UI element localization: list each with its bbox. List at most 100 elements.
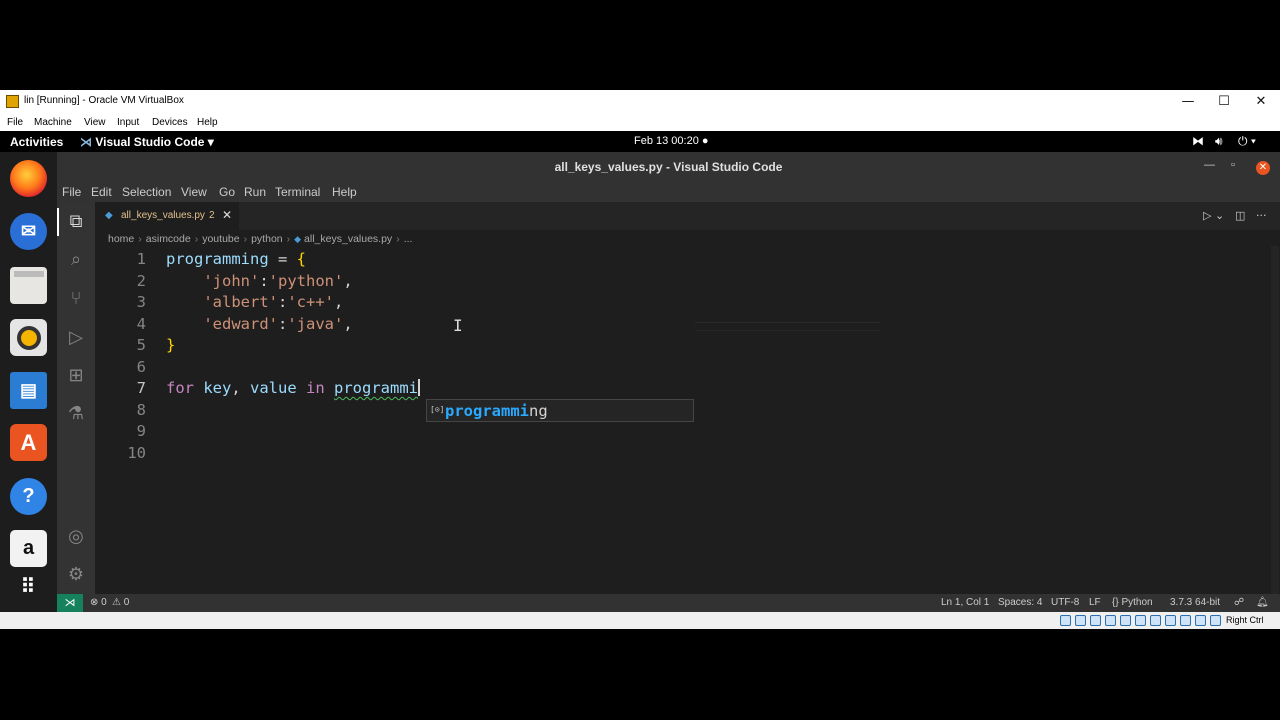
menu-go[interactable]: Go — [219, 185, 235, 199]
status-encoding[interactable]: UTF-8 — [1051, 597, 1079, 608]
mouse-integration-icon[interactable] — [1195, 615, 1206, 626]
show-applications-icon[interactable]: ⠿ — [10, 568, 47, 605]
shared-folders-icon[interactable] — [1135, 615, 1146, 626]
vscode-small-icon: ⋊ — [80, 135, 96, 149]
code-line-2: 'john':'python', — [203, 272, 353, 290]
virtualbox-menubar: File Machine View Input Devices Help — [0, 114, 1280, 131]
accounts-icon[interactable]: ◎ — [57, 526, 95, 547]
activity-bar: ⧉ ⌕ ⑂ ▷ ⊞ ⚗ ◎ ⚙ — [57, 202, 95, 594]
code-editor[interactable]: home › asimcode › youtube › python › ◆ all_keys_v… — [95, 230, 1280, 594]
status-warnings[interactable]: ⚠ 0 — [112, 597, 129, 608]
menu-help[interactable]: Help — [332, 185, 357, 199]
run-debug-icon[interactable]: ▷ — [57, 327, 95, 348]
vbox-menu-file[interactable]: File — [7, 117, 23, 128]
display-icon[interactable] — [1150, 615, 1161, 626]
virtualbox-app-icon — [6, 95, 19, 108]
suggestion-rest: ng — [529, 402, 548, 420]
manage-gear-icon[interactable]: ⚙ — [57, 564, 95, 585]
indent-guide-faint-2 — [695, 330, 880, 331]
remote-indicator-icon[interactable]: ⋊ — [57, 594, 83, 612]
maximize-icon[interactable]: ☐ — [1209, 92, 1239, 112]
status-eol[interactable]: LF — [1089, 597, 1101, 608]
breadcrumb-python[interactable]: python — [251, 233, 283, 245]
close-icon[interactable]: ✕ — [1246, 92, 1276, 112]
vt-x-icon[interactable] — [1180, 615, 1191, 626]
code-line-7: for key, value in programmi — [166, 379, 421, 397]
recording-icon[interactable] — [1165, 615, 1176, 626]
tab-all-keys-values[interactable]: ◆ all_keys_values.py 2 ✕ — [95, 202, 239, 230]
hdd-icon[interactable] — [1060, 615, 1071, 626]
breadcrumb-home[interactable]: home — [108, 233, 134, 245]
tab-close-icon[interactable]: ✕ — [222, 208, 232, 222]
breadcrumb-python-icon: ◆ — [294, 234, 302, 244]
run-python-file-icon[interactable]: ▷ ⌄ — [1203, 209, 1224, 222]
network-icon[interactable]: ⧓ — [1192, 134, 1204, 148]
menu-selection[interactable]: Selection — [122, 185, 171, 199]
line-number: 5 — [136, 336, 146, 354]
line-number: 6 — [136, 358, 146, 376]
source-control-icon[interactable]: ⑂ — [57, 288, 95, 309]
autocomplete-suggestion[interactable]: [⊙] programming — [426, 399, 694, 422]
typed-partial-identifier: programmi — [334, 379, 419, 397]
status-errors[interactable]: ⊗ 0 — [90, 597, 107, 608]
search-icon[interactable]: ⌕ — [57, 249, 95, 270]
vbox-menu-machine[interactable]: Machine — [34, 117, 72, 128]
libreoffice-writer-icon[interactable]: ▤ — [10, 372, 47, 409]
code-line-1: programming = { — [166, 250, 306, 268]
volume-icon[interactable]: 🔊︎ — [1215, 134, 1223, 149]
vbox-menu-help[interactable]: Help — [197, 117, 218, 128]
usb-icon[interactable] — [1120, 615, 1131, 626]
line-number: 8 — [136, 401, 146, 419]
virtualbox-window-title: lin [Running] - Oracle VM VirtualBox — [24, 95, 184, 106]
feedback-icon[interactable]: ☍ — [1234, 597, 1244, 608]
breadcrumb-asimcode[interactable]: asimcode — [146, 233, 191, 245]
notifications-bell-icon[interactable]: 🔔︎ — [1256, 597, 1269, 608]
vbox-menu-devices[interactable]: Devices — [152, 117, 188, 128]
breadcrumb-youtube[interactable]: youtube — [202, 233, 239, 245]
clock[interactable]: Feb 13 00:20 ● — [634, 135, 709, 147]
breadcrumb: home › asimcode › youtube › python › ◆ all_keys_v… — [108, 233, 413, 245]
status-interpreter[interactable]: 3.7.3 64-bit — [1170, 597, 1220, 608]
more-actions-icon[interactable]: ··· — [1256, 209, 1267, 222]
vscode-close-icon[interactable]: ✕ — [1256, 161, 1270, 175]
menu-terminal[interactable]: Terminal — [275, 185, 320, 199]
vscode-status-bar: ⋊ ⊗ 0 ⚠ 0 Ln 1, Col 1 Spaces: 4 UTF-8 LF… — [57, 594, 1280, 612]
activities-button[interactable]: Activities — [10, 135, 63, 149]
minimize-icon[interactable]: — — [1173, 92, 1203, 112]
rhythmbox-icon[interactable] — [10, 319, 47, 356]
status-cursor-position[interactable]: Ln 1, Col 1 — [941, 597, 989, 608]
menu-view[interactable]: View — [181, 185, 207, 199]
audio-icon[interactable] — [1090, 615, 1101, 626]
python-file-icon: ◆ — [105, 210, 113, 221]
breadcrumb-symbol[interactable]: ... — [404, 233, 413, 245]
optical-drive-icon[interactable] — [1075, 615, 1086, 626]
status-indentation[interactable]: Spaces: 4 — [998, 597, 1042, 608]
status-language[interactable]: {} Python — [1112, 597, 1153, 608]
menu-file[interactable]: File — [62, 185, 81, 199]
explorer-icon[interactable]: ⧉ — [57, 211, 95, 232]
help-icon[interactable]: ? — [10, 478, 47, 515]
menu-edit[interactable]: Edit — [91, 185, 112, 199]
line-number: 2 — [136, 272, 146, 290]
thunderbird-icon[interactable]: ✉ — [10, 213, 47, 250]
firefox-icon[interactable] — [10, 160, 47, 197]
vertical-scrollbar[interactable] — [1271, 246, 1279, 594]
testing-icon[interactable]: ⚗ — [57, 403, 95, 424]
code-line-5: } — [166, 336, 176, 354]
extensions-icon[interactable]: ⊞ — [57, 365, 95, 386]
vbox-menu-view[interactable]: View — [84, 117, 106, 128]
breadcrumb-file[interactable]: all_keys_values.py — [304, 233, 392, 245]
vbox-menu-input[interactable]: Input — [117, 117, 139, 128]
keyboard-capture-icon[interactable] — [1210, 615, 1221, 626]
menu-run[interactable]: Run — [244, 185, 266, 199]
ubuntu-dock: ✉ ▤ A ? a ⠿ — [0, 152, 57, 612]
amazon-icon[interactable]: a — [10, 530, 47, 567]
network-adapter-icon[interactable] — [1105, 615, 1116, 626]
power-icon[interactable]: ⏻ ▾ — [1238, 134, 1256, 149]
split-editor-icon[interactable]: ◫ — [1235, 209, 1245, 222]
app-menu[interactable]: ⋊ Visual Studio Code ▾ — [80, 135, 214, 149]
files-icon[interactable] — [10, 267, 47, 304]
software-center-icon[interactable]: A — [10, 424, 47, 461]
vscode-restore-icon[interactable]: ▫ — [1231, 159, 1235, 171]
vscode-minimize-icon[interactable]: — — [1204, 159, 1215, 171]
